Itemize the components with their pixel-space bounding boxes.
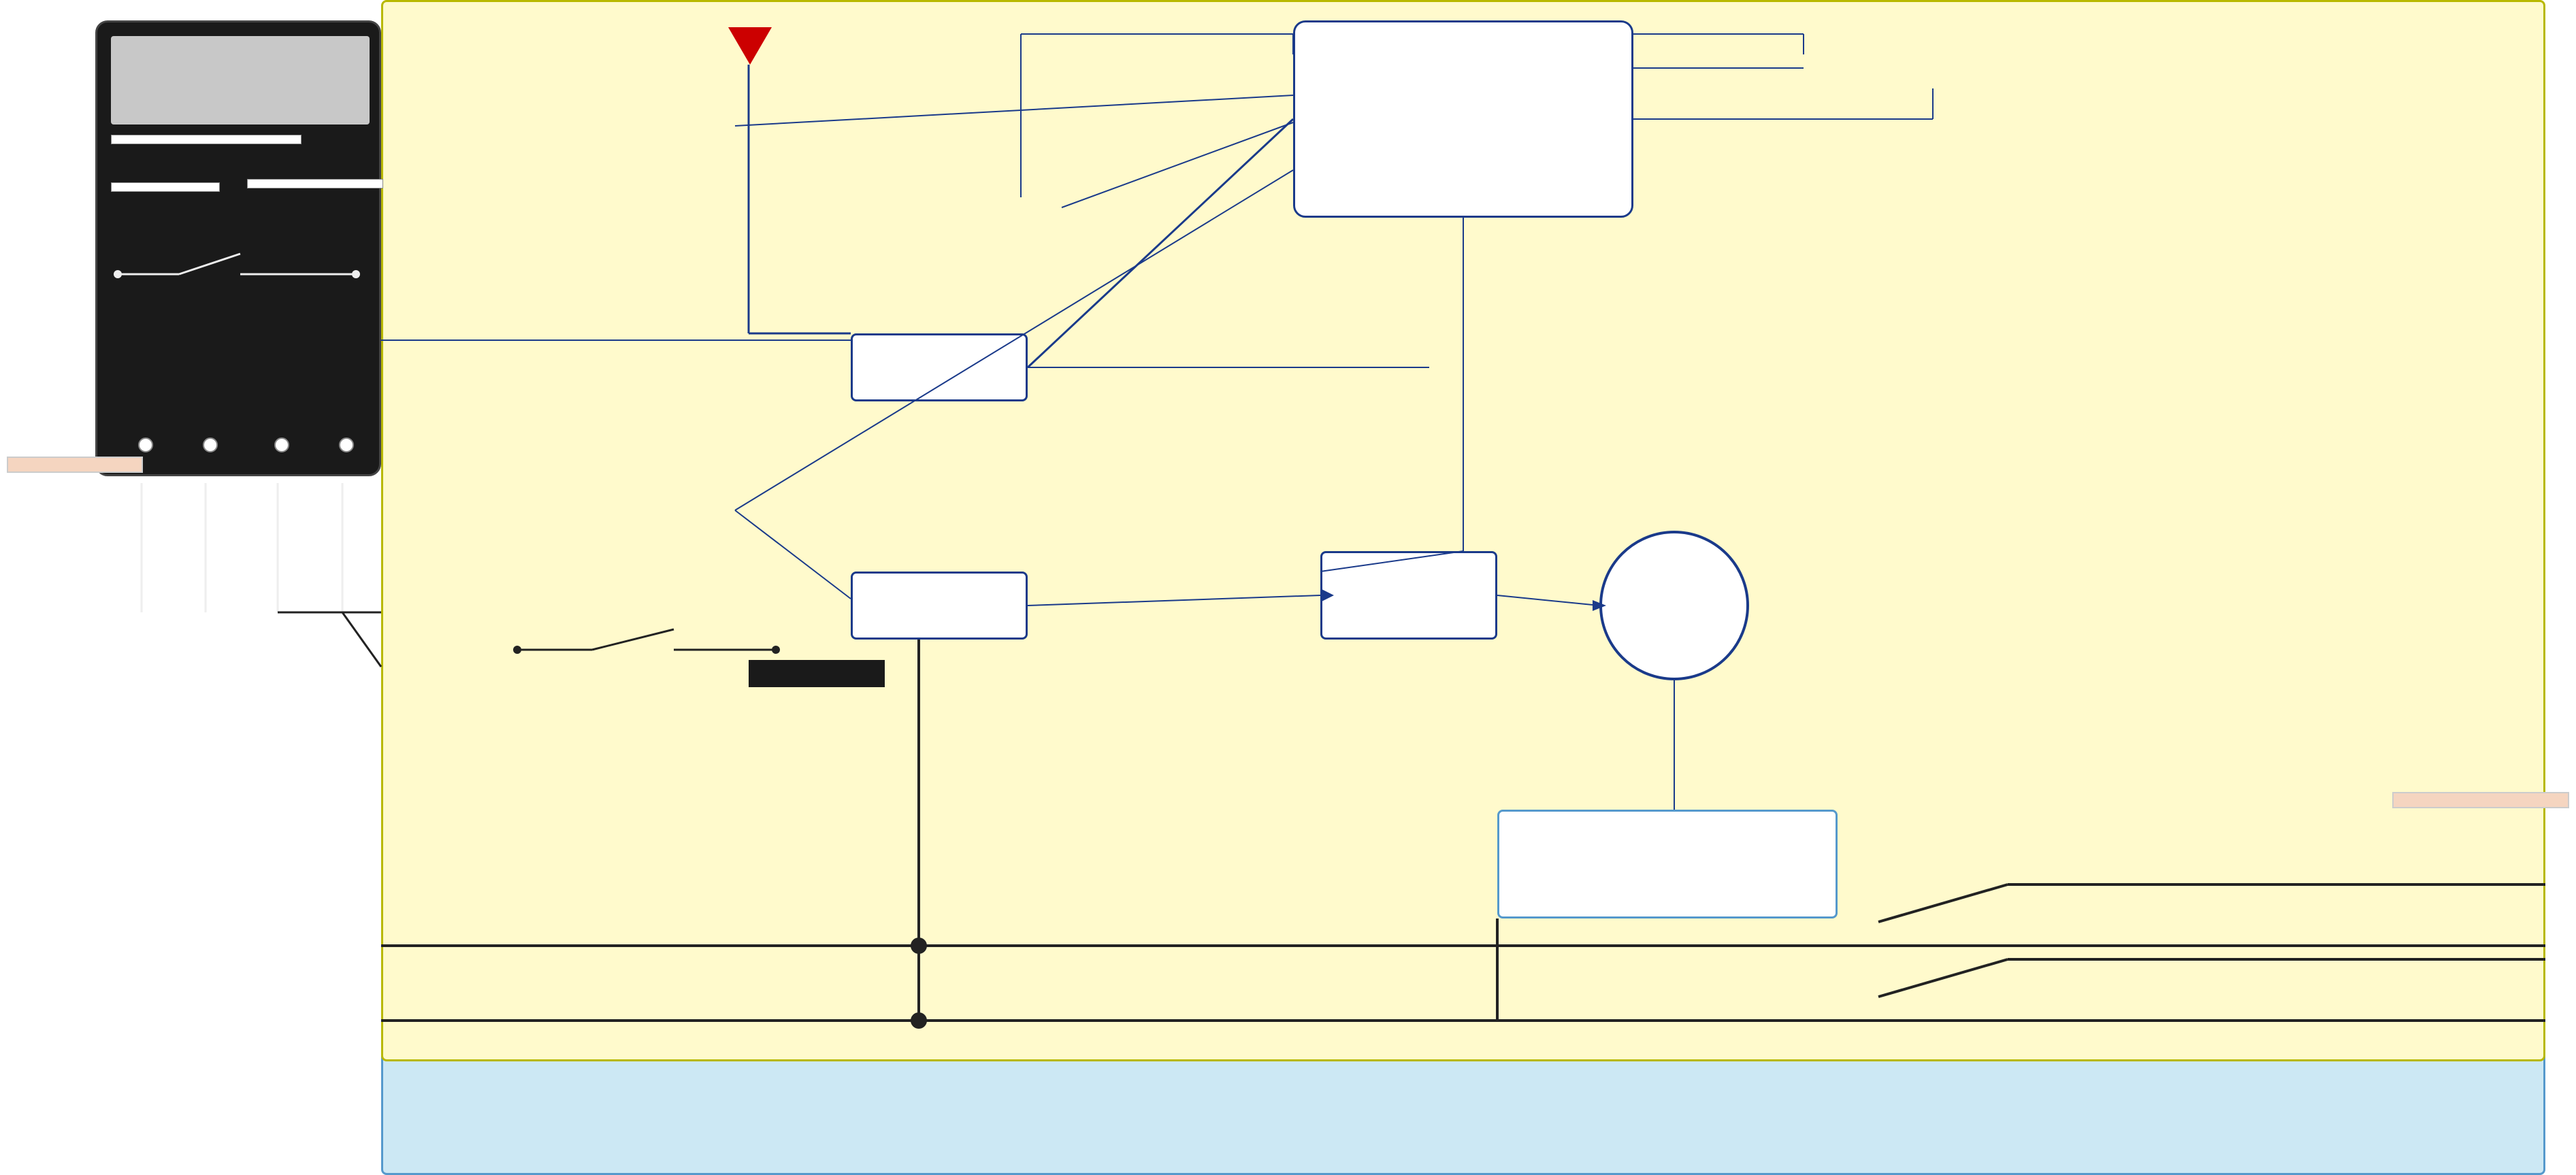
bottom-switch-area <box>510 616 783 674</box>
relay-box <box>111 182 220 192</box>
red-indicator-triangle <box>728 27 772 65</box>
relay-switch <box>111 233 363 288</box>
meter-box <box>95 20 381 476</box>
mcu-box <box>1293 20 1633 218</box>
meter-controller-label <box>111 135 301 144</box>
terminal-2 <box>203 437 218 452</box>
terminal-3 <box>274 437 289 452</box>
terminal-4 <box>339 437 354 452</box>
meter-display <box>111 36 370 125</box>
power-output-label <box>2392 792 2569 808</box>
power-box-top <box>851 333 1028 401</box>
dc-motor-circle <box>1599 531 1749 680</box>
motor-driver-box <box>1320 551 1497 640</box>
resistor-box <box>247 179 383 188</box>
power-box-bottom <box>851 572 1028 640</box>
power-input-label <box>7 457 143 473</box>
terminal-1 <box>138 437 153 452</box>
mcb-box <box>1497 810 1838 919</box>
